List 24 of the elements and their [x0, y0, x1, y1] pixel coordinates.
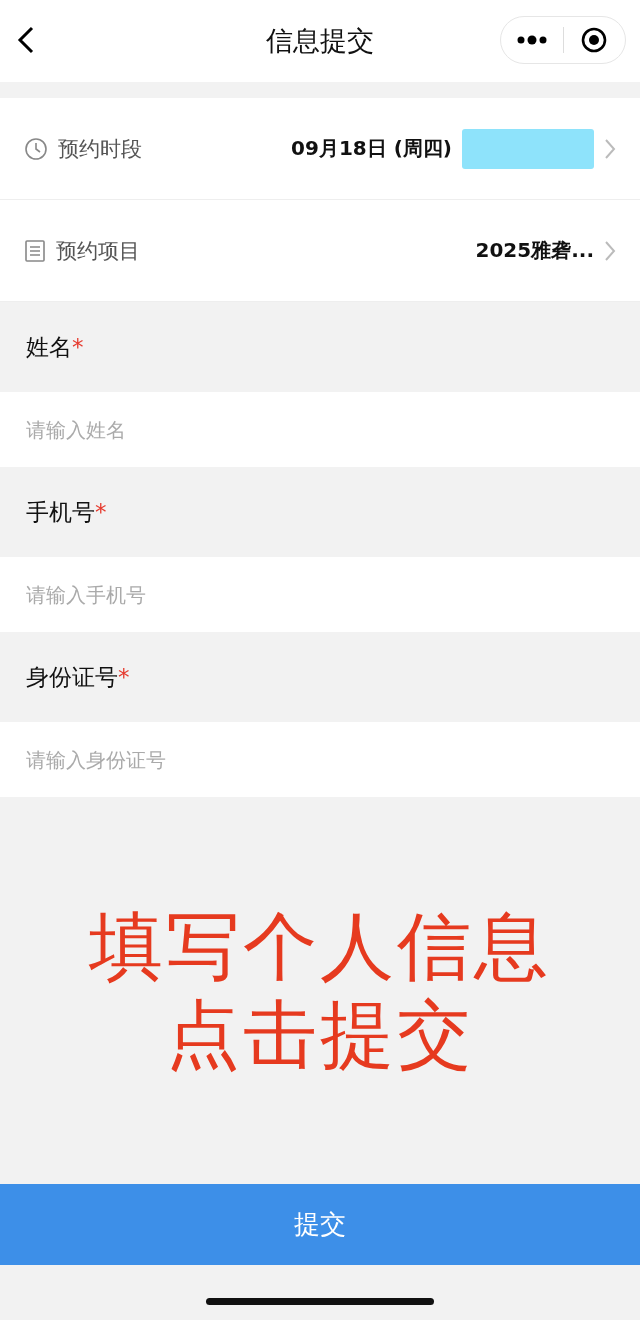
required-mark: *: [72, 334, 84, 360]
close-icon[interactable]: [581, 27, 608, 53]
chevron-icon: [604, 239, 616, 262]
row-value: 09月18日 (周四): [291, 135, 452, 162]
required-mark: *: [118, 664, 130, 690]
more-icon[interactable]: [515, 35, 548, 45]
booking-row[interactable]: 预约时段 09月18日 (周四): [0, 98, 640, 200]
page-title: 信息提交: [266, 24, 374, 58]
row-value: 2025雅砻...: [475, 237, 594, 264]
input-field[interactable]: 请输入姓名: [0, 392, 640, 467]
field-label: 身份证号: [26, 662, 118, 692]
field-label: 手机号: [26, 497, 95, 527]
booking-row[interactable]: 预约项目 2025雅砻...: [0, 200, 640, 302]
chevron-icon: [604, 137, 616, 160]
input-field[interactable]: 请输入手机号: [0, 557, 640, 632]
clock-icon: [24, 136, 48, 161]
required-mark: *: [95, 499, 107, 525]
field-label: 姓名: [26, 332, 72, 362]
input-field[interactable]: 请输入身份证号: [0, 722, 640, 797]
row-label: 预约时段: [58, 135, 143, 163]
annotation-text: 填写个人信息: [89, 906, 551, 988]
annotation-text: 点击提交: [166, 993, 474, 1075]
row-label: 预约项目: [56, 237, 141, 265]
document-icon: [24, 238, 46, 263]
